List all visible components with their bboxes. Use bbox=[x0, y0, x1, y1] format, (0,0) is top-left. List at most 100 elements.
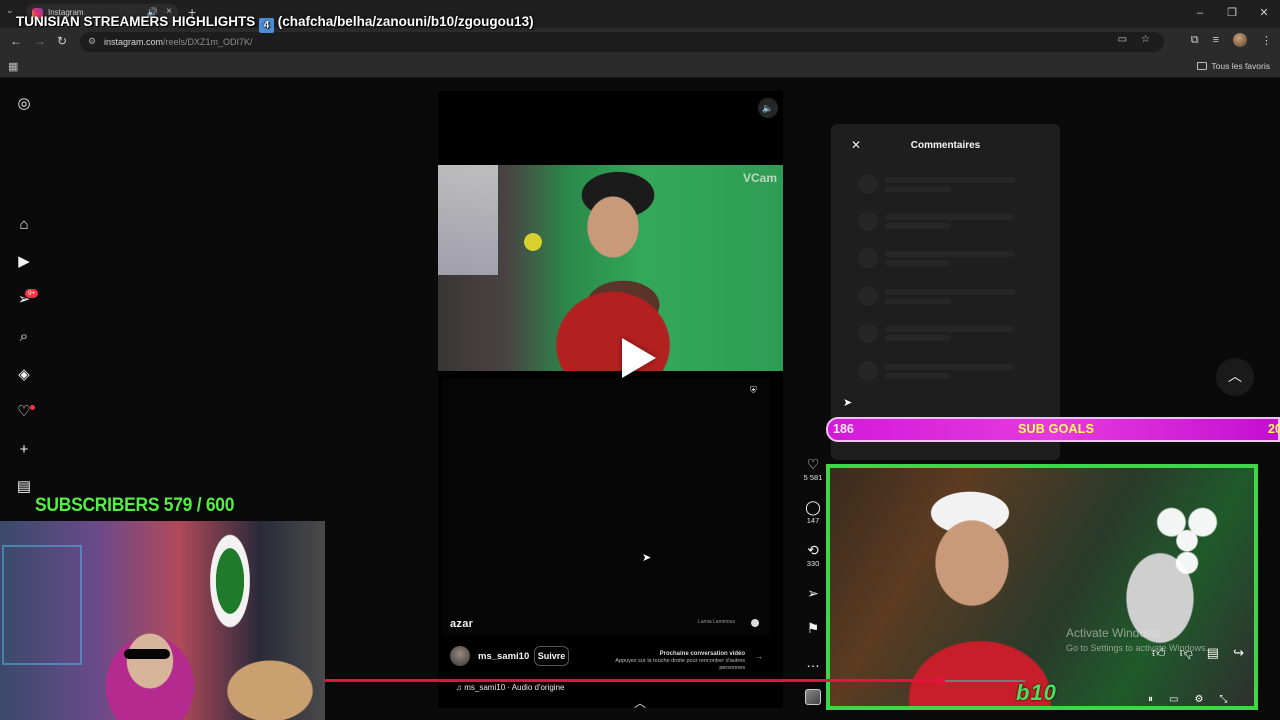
folder-icon bbox=[1197, 62, 1208, 70]
cast-icon[interactable]: ▭ bbox=[1118, 34, 1127, 45]
menu-icon[interactable]: ⋮ bbox=[1261, 34, 1272, 47]
hex-lights-decor bbox=[1148, 500, 1226, 574]
reload-icon[interactable]: ↻ bbox=[57, 34, 67, 48]
webcam-logo: b10 bbox=[1016, 680, 1057, 705]
thumbs-up-icon[interactable]: 👍︎ bbox=[1152, 645, 1166, 661]
flag-decor bbox=[438, 165, 498, 275]
player-bottom-controls: ⏸ ▭ ⚙ ⤡ bbox=[1148, 694, 1227, 705]
chevron-up-icon[interactable]: ︿ bbox=[634, 694, 646, 711]
send-icon: ➢ bbox=[807, 585, 819, 601]
subscribers-counter: SUBSCRIBERS 579 / 600 bbox=[35, 495, 235, 516]
stream-title: TUNISIAN STREAMERS HIGHLIGHTS bbox=[16, 14, 256, 29]
azar-record-icon bbox=[751, 619, 759, 627]
like-count: 5 581 bbox=[803, 473, 823, 482]
address-bar[interactable]: ⚙ instagram.com/reels/DXZ1m_ODI7K/ bbox=[80, 32, 1164, 52]
dashboard-icon[interactable]: ▤ bbox=[14, 477, 34, 497]
bookmark-icon: ⚑ bbox=[806, 620, 820, 636]
notification-dot bbox=[30, 405, 35, 410]
stream-title-overlay: TUNISIAN STREAMERS HIGHLIGHTS 4 (chafcha… bbox=[16, 14, 534, 33]
window-controls: – ❐ ✕ bbox=[1184, 0, 1280, 28]
mute-toggle-icon[interactable]: 🔈 bbox=[758, 98, 778, 118]
sub-goal-target: 20 bbox=[1268, 422, 1280, 436]
search-icon[interactable]: ⌕ bbox=[14, 327, 34, 347]
follow-button[interactable]: Suivre bbox=[534, 646, 569, 666]
more-options-button[interactable]: … bbox=[802, 654, 824, 670]
messages-badge: 9+ bbox=[25, 289, 39, 298]
video-progress-knob[interactable] bbox=[936, 676, 945, 685]
comment-count: 147 bbox=[806, 516, 820, 525]
next-arrow-icon: → bbox=[755, 652, 763, 661]
share-button[interactable]: ➢ bbox=[802, 585, 824, 601]
next-conversation-hint: Prochaine conversation vidéo Appuyez sur… bbox=[600, 651, 745, 672]
explore-icon[interactable]: ◈ bbox=[14, 365, 34, 385]
pause-icon[interactable]: ⏸ bbox=[1148, 694, 1153, 705]
apps-grid-icon[interactable]: ▦ bbox=[8, 60, 18, 73]
bookmark-star-icon[interactable]: ☆ bbox=[1141, 34, 1150, 45]
repost-count: 330 bbox=[806, 559, 820, 568]
profile-avatar[interactable] bbox=[1233, 33, 1247, 47]
instagram-logo-icon[interactable]: ◎ bbox=[14, 94, 34, 114]
settings-gear-icon[interactable]: ⚙ bbox=[1194, 694, 1203, 705]
mouse-cursor-icon: ➤ bbox=[843, 397, 853, 409]
player-side-controls: 👍︎ 👎︎ ▤ ↪ bbox=[1152, 645, 1244, 661]
url-host: instagram.com bbox=[104, 37, 164, 47]
restore-icon[interactable]: ❐ bbox=[1216, 0, 1248, 28]
like-button[interactable]: ♡ 5 581 bbox=[802, 456, 824, 482]
reel-audio-label: ms_sami10 · Audio d'origine bbox=[464, 683, 565, 692]
url-path: /reels/DXZ1m_ODI7K/ bbox=[163, 37, 253, 47]
reel-author-avatar[interactable] bbox=[450, 646, 470, 666]
next-conversation-title: Prochaine conversation vidéo bbox=[659, 651, 745, 657]
all-bookmarks-folder[interactable]: Tous les favoris bbox=[1197, 61, 1270, 71]
number-emoji-icon: 4 bbox=[259, 18, 275, 33]
azar-video-panel bbox=[442, 378, 770, 636]
scroll-up-button[interactable]: ︿ bbox=[1216, 358, 1254, 396]
stream-title-tags: (chafcha/belha/zanouni/b10/zgougou13) bbox=[277, 14, 534, 29]
repost-button[interactable]: ⟲ 330 bbox=[802, 542, 824, 568]
shield-icon: ⛨ bbox=[750, 385, 757, 395]
extensions-icon[interactable]: ⧉ bbox=[1191, 34, 1199, 47]
captions-icon[interactable]: ▭ bbox=[1169, 694, 1178, 705]
reel-video-frame[interactable]: VCam bbox=[438, 165, 783, 371]
mouse-cursor-icon: ➤ bbox=[642, 552, 652, 564]
comment-icon: ◯ bbox=[805, 499, 821, 515]
reel-audio[interactable]: ♫ ms_sami10 · Audio d'origine bbox=[456, 683, 564, 692]
comments-title: Commentaires bbox=[910, 140, 981, 151]
repost-icon: ⟲ bbox=[807, 542, 819, 558]
heart-icon: ♡ bbox=[806, 456, 820, 472]
screen: ⌄ Instagram 🔊 × + – ❐ ✕ ← → ↻ ⚙ instagra… bbox=[0, 0, 1280, 720]
media-controls-icon[interactable]: ≡ bbox=[1213, 34, 1219, 46]
azar-logo: azar bbox=[450, 618, 474, 630]
back-icon[interactable]: ← bbox=[10, 34, 22, 48]
reel-author-username[interactable]: ms_sami10 bbox=[478, 651, 529, 662]
create-icon[interactable]: + bbox=[14, 440, 34, 460]
tab-search-icon[interactable]: ⌄ bbox=[6, 5, 14, 16]
minimize-icon[interactable]: – bbox=[1184, 0, 1216, 28]
sub-goal-current: 186 bbox=[833, 422, 854, 436]
thumbs-down-icon[interactable]: 👎︎ bbox=[1180, 645, 1193, 661]
reels-icon[interactable]: ▶ bbox=[14, 252, 34, 272]
forward-icon[interactable]: → bbox=[34, 34, 46, 48]
home-icon[interactable]: ⌂ bbox=[14, 215, 34, 235]
activate-windows-title: Activate Windows bbox=[1066, 626, 1161, 640]
share-arrow-icon[interactable]: ↪ bbox=[1233, 645, 1244, 661]
more-icon: … bbox=[806, 654, 820, 670]
video-progress-buffer[interactable] bbox=[945, 680, 1025, 682]
play-icon[interactable] bbox=[622, 338, 656, 378]
fullscreen-icon[interactable]: ⤡ bbox=[1219, 694, 1227, 705]
next-conversation-sub: Appuyez sur la touche droite pour rencon… bbox=[615, 658, 745, 671]
comments-icon[interactable]: ▤ bbox=[1207, 645, 1219, 661]
toolbar-actions: ⧉ ≡ ⋮ bbox=[1191, 33, 1272, 47]
close-window-icon[interactable]: ✕ bbox=[1248, 0, 1280, 28]
azar-user-label: Lamia Lammous bbox=[698, 619, 735, 625]
video-progress-played[interactable] bbox=[325, 679, 940, 682]
audio-thumbnail[interactable] bbox=[805, 689, 821, 705]
sunglasses-decor bbox=[124, 649, 170, 659]
save-button[interactable]: ⚑ bbox=[802, 620, 824, 636]
site-info-icon[interactable]: ⚙ bbox=[88, 36, 96, 47]
all-bookmarks-label: Tous les favoris bbox=[1211, 61, 1270, 71]
sub-goal-label: SUB GOALS bbox=[1018, 422, 1095, 436]
comment-button[interactable]: ◯ 147 bbox=[802, 499, 824, 525]
video-watermark: VCam bbox=[742, 171, 777, 185]
shelves-decor bbox=[2, 545, 82, 665]
bookmarks-bar bbox=[0, 56, 1280, 78]
